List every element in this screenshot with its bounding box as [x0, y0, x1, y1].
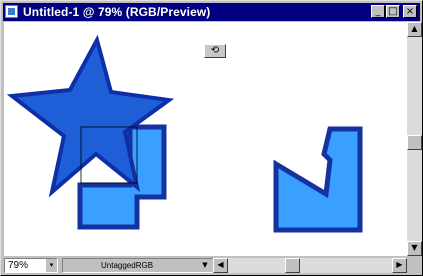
- scroll-left-button[interactable]: ◀: [213, 258, 228, 273]
- horizontal-scroll-thumb[interactable]: [285, 258, 300, 273]
- vertical-scroll-thumb[interactable]: [407, 135, 422, 150]
- scroll-right-button[interactable]: ▶: [392, 258, 407, 273]
- scroll-up-button[interactable]: ▲: [407, 22, 422, 37]
- image-canvas[interactable]: ⟲: [4, 22, 407, 256]
- rotate-icon[interactable]: ⟲: [204, 44, 226, 58]
- title-bar[interactable]: Untitled-1 @ 79% (RGB/Preview) _ □ ×: [3, 3, 420, 21]
- document-icon[interactable]: [5, 5, 18, 18]
- minimize-button[interactable]: _: [371, 5, 385, 18]
- resize-grip-icon[interactable]: [408, 259, 421, 272]
- profile-dropdown-icon[interactable]: ▼: [200, 259, 210, 271]
- scroll-down-button[interactable]: ▼: [407, 241, 422, 256]
- close-button[interactable]: ×: [403, 5, 417, 18]
- cut-block-shape[interactable]: [273, 126, 363, 233]
- zoom-value: 79%: [8, 260, 29, 271]
- maximize-button[interactable]: □: [386, 5, 400, 18]
- document-window: Untitled-1 @ 79% (RGB/Preview) _ □ × ⟲ ▲…: [0, 0, 423, 276]
- status-bar: 79% ▾ UntaggedRGB ▼ ◀ ▶: [4, 256, 422, 274]
- vertical-scrollbar[interactable]: ▲ ▼: [407, 22, 422, 256]
- horizontal-scrollbar[interactable]: ◀ ▶: [213, 258, 407, 273]
- profile-field[interactable]: UntaggedRGB: [62, 258, 222, 273]
- window-title: Untitled-1 @ 79% (RGB/Preview): [23, 5, 211, 19]
- profile-value: UntaggedRGB: [101, 261, 154, 270]
- zoom-field[interactable]: 79% ▾: [4, 258, 58, 273]
- zoom-dropdown-icon[interactable]: ▾: [46, 259, 57, 272]
